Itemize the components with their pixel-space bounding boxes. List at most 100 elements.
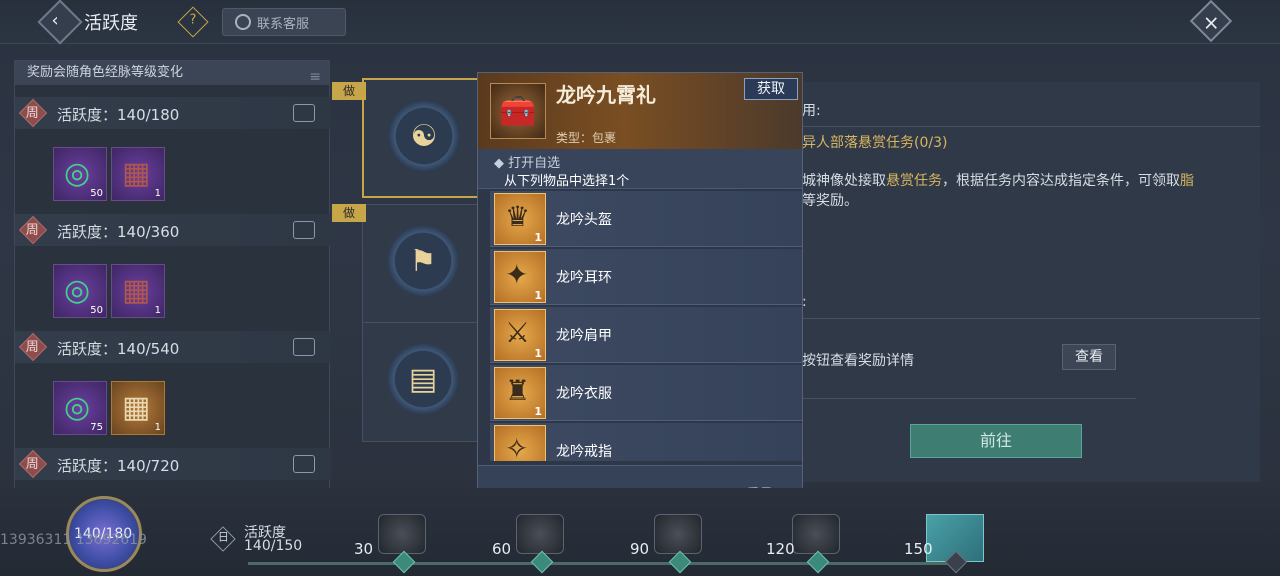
earring-icon: ✦ [505,258,529,291]
milestone-chest[interactable] [516,514,564,554]
open-choose-label: ◆ 打开自选 [494,156,561,171]
choose-hint: 从下列物品中选择1个 [504,174,630,189]
chest-item[interactable]: ▦ 1 [111,264,165,318]
list-item[interactable]: ⚔ 1 龙吟肩甲 [490,307,802,363]
milestone-chest[interactable] [378,514,426,554]
page-title: 活跃度 [84,13,138,34]
milestone-marker [530,550,554,574]
milestone-chest[interactable] [654,514,702,554]
choice-list[interactable]: ♛1 龙吟头盔 ✦1 龙吟耳环 ⚔1 龙吟肩甲 ♜1 龙吟衣服 ✧1 龙吟戒指 [490,191,802,461]
chest-item[interactable]: ▦ 1 [111,147,165,201]
reward-row-head: 周 活跃度：140/180 [15,97,331,129]
jade-item[interactable]: ◎ 50 [53,264,107,318]
popup-header: 🧰 龙吟九霄礼 类型：包裹 获取 [478,73,802,149]
helmet-icon: ♛ [505,200,531,233]
jade-icon: ◎ [64,156,91,191]
ring-icon: ✧ [505,432,529,461]
top-bar: ‹ 活跃度 ? 联系客服 × [0,0,1280,45]
task-list-background: ☯ ⚑ ▤ 做 做 [332,78,480,488]
item-thumbnail: ✦ 1 [494,251,546,303]
item-count: 1 [154,188,161,199]
popup-type: 类型：包裹 [556,131,617,145]
item-name: 龙吟耳环 [556,270,612,286]
chest-icon: ▦ [122,156,151,191]
close-button[interactable]: × [1189,0,1233,43]
milestone-number: 30 [354,540,374,558]
view-button[interactable]: 查看 [1062,344,1116,370]
divider [800,318,1260,319]
contact-service-button[interactable]: 联系客服 [222,8,346,36]
reward-row: 周 活跃度：140/360 ◎ 50 ▦ 1 [15,214,331,331]
task-description: 城神像处接取悬赏任务，根据任务内容达成指定条件，可领取脂 [802,173,1194,189]
item-thumbnail: ✧1 [494,425,546,461]
item-name: 龙吟戒指 [556,444,612,460]
milestone-chest[interactable] [792,514,840,554]
go-button[interactable]: 前往 [910,424,1082,458]
reward-row: 周 活跃度：140/540 ◎ 75 ▦ 1 [15,331,331,448]
chest-outline-icon[interactable] [293,338,315,356]
list-item[interactable]: ♜ 1 龙吟衣服 [490,365,802,421]
activity-progress-bar: 140/180 13936311 13692619 日 活跃度 140/150 … [0,488,1280,576]
week-badge: 周 [18,449,48,479]
jade-item[interactable]: ◎ 75 [53,381,107,435]
contact-service-label: 联系客服 [257,16,310,32]
milestone-marker [668,550,692,574]
milestone-number: 150 [904,540,933,558]
item-name: 龙吟肩甲 [556,328,612,344]
todo-tag: 做 [332,82,366,100]
reward-row-label: 活跃度：140/360 [57,223,180,241]
question-icon[interactable]: ? [177,6,209,38]
item-thumbnail: ♜ 1 [494,367,546,419]
reward-hint: 按钮查看奖励详情 [802,353,914,369]
reward-row: 周 活跃度：140/180 ◎ 50 ▦ 1 [15,97,331,214]
divider [800,398,1136,399]
reward-row-label: 活跃度：140/720 [57,457,180,475]
milestone-number: 60 [492,540,512,558]
task-card[interactable]: ▤ [362,322,480,442]
week-badge: 周 [18,332,48,362]
progress-track [248,562,948,565]
activity-value: 140/150 [244,538,303,554]
get-button[interactable]: 获取 [744,78,798,100]
drag-handle-icon[interactable]: ≡ [309,65,321,89]
task-detail-panel: 用: 异人部落悬赏任务(0/3) 城神像处接取悬赏任务，根据任务内容达成指定条件… [800,82,1260,482]
list-item[interactable]: ✦ 1 龙吟耳环 [490,249,802,305]
item-count: 50 [90,188,103,199]
chest-outline-icon[interactable] [293,455,315,473]
task-card[interactable]: ☯ [362,78,480,198]
back-button[interactable]: ‹ [37,0,83,45]
item-thumbnail: ♛ 1 [494,193,546,245]
detail-heading: 用: [802,103,821,119]
item-thumbnail: ⚔ 1 [494,309,546,361]
list-item[interactable]: ✧1 龙吟戒指 [490,423,802,461]
reward-row: 周 活跃度：140/720 [15,448,331,488]
shoulder-armor-icon: ⚔ [505,316,531,349]
week-badge: 周 [18,215,48,245]
item-name: 龙吟衣服 [556,386,612,402]
item-count: 75 [90,422,103,433]
chest-item[interactable]: ▦ 1 [111,381,165,435]
chest-outline-icon[interactable] [293,221,315,239]
armor-icon: ♜ [505,374,531,407]
item-count: 50 [90,305,103,316]
rewards-header: 奖励会随角色经脉等级变化 ≡ [15,61,329,85]
popup-title: 龙吟九霄礼 [556,83,656,107]
jade-icon: ◎ [64,390,91,425]
task-card[interactable]: ⚑ [362,204,480,324]
item-name: 龙吟头盔 [556,212,612,228]
item-count: 1 [154,422,161,433]
rewards-header-text: 奖励会随角色经脉等级变化 [27,65,184,80]
banner-icon: ⚑ [387,225,459,297]
task-name: 异人部落悬赏任务(0/3) [802,135,948,151]
list-item[interactable]: ♛ 1 龙吟头盔 [490,191,802,247]
item-count: 1 [154,305,161,316]
reward-row-head: 周 活跃度：140/720 [15,448,331,480]
milestone-marker [392,550,416,574]
chest-outline-icon[interactable] [293,104,315,122]
calendar-icon: ▤ [387,343,459,415]
jade-item[interactable]: ◎ 50 [53,147,107,201]
milestone-number: 90 [630,540,650,558]
reward-row-label: 活跃度：140/540 [57,340,180,358]
weekly-rewards-panel: 奖励会随角色经脉等级变化 ≡ 周 活跃度：140/180 ◎ 50 ▦ 1 周 … [14,60,331,490]
close-icon: × [1202,10,1220,35]
